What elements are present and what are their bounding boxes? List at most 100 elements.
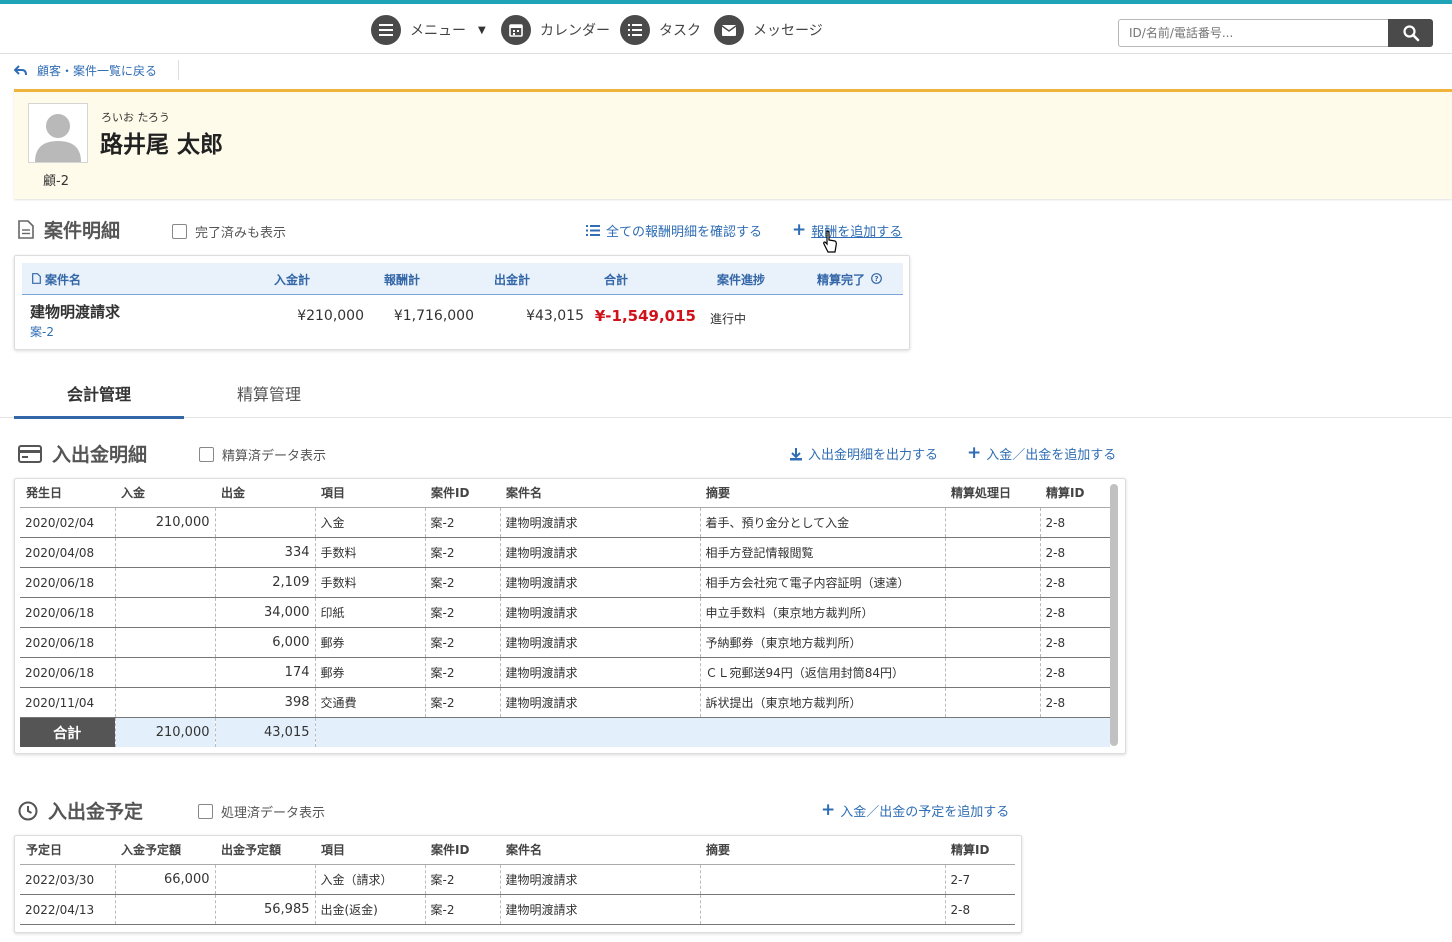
table-cell: 2-8	[1040, 597, 1110, 628]
hamburger-icon	[371, 15, 401, 45]
schedule-col-case-id[interactable]: 案件ID	[425, 835, 500, 865]
table-cell	[115, 687, 216, 718]
table-cell: 案-2	[425, 657, 501, 688]
nav-message[interactable]: メッセージ	[714, 14, 823, 46]
back-to-list-link[interactable]: 顧客・案件一覧に戻る	[14, 62, 157, 79]
nav-task[interactable]: タスク	[620, 14, 701, 46]
table-cell: 案-2	[425, 597, 501, 628]
calendar-icon	[501, 15, 531, 45]
table-cell: 2020/04/08	[20, 537, 116, 568]
tab-accounting[interactable]: 会計管理	[14, 376, 184, 419]
table-cell	[945, 687, 1041, 718]
table-cell	[215, 864, 316, 895]
customer-name: 路井尾 太郎	[100, 132, 224, 158]
table-cell	[115, 597, 216, 628]
view-all-fees-link[interactable]: 全ての報酬明細を確認する	[586, 221, 762, 240]
ledger-col-case-name[interactable]: 案件名	[500, 478, 700, 508]
table-row[interactable]: 2020/04/08 334 手数料 案-2 建物明渡請求 相手方登記情報閲覧 2-8	[20, 537, 1110, 568]
table-cell: 建物明渡請求	[500, 507, 701, 538]
schedule-col-case-name[interactable]: 案件名	[500, 835, 700, 865]
ledger-col-item[interactable]: 項目	[315, 478, 425, 508]
case-col-settled: 精算完了 ?	[817, 271, 883, 288]
ledger-col-summary[interactable]: 摘要	[700, 478, 945, 508]
ledger-section-title: 入出金明細	[18, 440, 147, 467]
schedule-col-deposit[interactable]: 入金予定額	[115, 835, 215, 865]
schedule-col-date[interactable]: 予定日	[20, 835, 115, 865]
table-row[interactable]: 2022/03/30 66,000 入金（請求） 案-2 建物明渡請求 2-7	[20, 864, 1015, 895]
ledger-scrollbar[interactable]	[1110, 484, 1118, 746]
table-row[interactable]: 2020/06/18 6,000 郵券 案-2 建物明渡請求 予納郵券（東京地方裁判所） 2…	[20, 627, 1110, 658]
add-schedule-link[interactable]: + 入金／出金の予定を追加する	[821, 801, 1009, 821]
table-row[interactable]: 2020/02/04 210,000 入金 案-2 建物明渡請求 着手、預り金分として入金…	[20, 507, 1110, 538]
envelope-icon	[714, 15, 744, 45]
table-cell: 建物明渡請求	[500, 894, 701, 925]
customer-name-ruby: ろいお たろう	[101, 111, 170, 124]
schedule-col-withdrawal[interactable]: 出金予定額	[215, 835, 315, 865]
add-transaction-link[interactable]: + 入金／出金を追加する	[967, 444, 1116, 464]
table-row[interactable]: 2020/06/18 2,109 手数料 案-2 建物明渡請求 相手方会社宛て電子内容証明…	[20, 567, 1110, 598]
add-fee-link[interactable]: + 報酬を追加する	[792, 221, 902, 241]
checkbox-box[interactable]	[199, 447, 214, 462]
credit-card-icon	[18, 444, 42, 463]
show-completed-checkbox[interactable]: 完了済みも表示	[172, 222, 286, 241]
table-cell: 案-2	[425, 537, 501, 568]
schedule-col-summary[interactable]: 摘要	[700, 835, 945, 865]
export-ledger-link[interactable]: 入出金明細を出力する	[789, 444, 938, 463]
table-cell: 6,000	[215, 627, 316, 658]
tab-settlement[interactable]: 精算管理	[184, 376, 354, 416]
table-cell: 相手方登記情報閲覧	[700, 537, 946, 568]
table-cell: 相手方会社宛て電子内容証明（速達）	[700, 567, 946, 598]
case-col-deposit: 入金計	[274, 273, 311, 287]
export-ledger-label: 入出金明細を出力する	[808, 448, 939, 463]
search-button[interactable]	[1388, 19, 1433, 47]
search-input[interactable]	[1118, 19, 1388, 47]
table-cell: 交通費	[315, 687, 426, 718]
table-cell: 66,000	[115, 864, 216, 895]
table-cell: 56,985	[215, 894, 316, 925]
show-processed-checkbox[interactable]: 処理済データ表示	[198, 802, 325, 821]
case-name[interactable]: 建物明渡請求	[30, 301, 120, 322]
view-all-fees-label: 全ての報酬明細を確認する	[606, 225, 763, 240]
table-cell	[945, 567, 1041, 598]
case-fee-total: ¥1,716,000	[393, 308, 474, 324]
ledger-col-withdrawal[interactable]: 出金	[215, 478, 315, 508]
schedule-col-item[interactable]: 項目	[315, 835, 425, 865]
table-row[interactable]: 2022/04/13 56,985 出金(返金) 案-2 建物明渡請求 2-8	[20, 894, 1015, 925]
list-icon	[586, 225, 600, 236]
table-cell: 案-2	[425, 507, 501, 538]
checkbox-box[interactable]	[172, 224, 187, 239]
ledger-col-settle-id[interactable]: 精算ID	[1040, 478, 1110, 508]
customer-id: 顧-2	[43, 174, 69, 189]
table-cell: 手数料	[315, 537, 426, 568]
show-settled-checkbox[interactable]: 精算済データ表示	[199, 445, 326, 464]
help-circle-icon[interactable]: ?	[871, 273, 883, 284]
document-icon	[32, 273, 41, 284]
case-col-fee: 報酬計	[384, 273, 421, 287]
schedule-section-title: 入出金予定	[18, 797, 143, 824]
table-cell: 入金（請求）	[315, 864, 426, 895]
checkbox-box[interactable]	[198, 804, 213, 819]
table-row[interactable]: 2020/11/04 398 交通費 案-2 建物明渡請求 訴状提出（東京地方裁判所） 2-…	[20, 687, 1110, 718]
ledger-col-case-id[interactable]: 案件ID	[425, 478, 500, 508]
table-row[interactable]: 2020/06/18 34,000 印紙 案-2 建物明渡請求 申立手数料（東京地方裁判所…	[20, 597, 1110, 628]
table-cell: 334	[215, 537, 316, 568]
top-navbar: メニュー ▼ カレンダー タスク メッセージ	[0, 0, 1452, 54]
table-cell: 34,000	[215, 597, 316, 628]
divider	[178, 60, 179, 80]
table-cell: 案-2	[425, 627, 501, 658]
ledger-col-deposit[interactable]: 入金	[115, 478, 215, 508]
table-cell: 建物明渡請求	[500, 597, 701, 628]
show-completed-label: 完了済みも表示	[195, 226, 287, 241]
nav-menu[interactable]: メニュー ▼	[371, 14, 486, 46]
download-icon	[790, 447, 802, 460]
case-summary-card: 案件名 入金計 報酬計 出金計 合計 案件進捗 精算完了 ? 建物明渡請求 案-…	[14, 255, 910, 350]
table-row[interactable]: 2020/06/18 174 郵券 案-2 建物明渡請求 ＣＬ宛郵送94円（返信用封筒84…	[20, 657, 1110, 688]
case-id-link[interactable]: 案-2	[30, 323, 54, 340]
back-arrow-icon	[14, 64, 27, 75]
ledger-col-date[interactable]: 発生日	[20, 478, 115, 508]
schedule-col-settle-id[interactable]: 精算ID	[945, 835, 1015, 865]
ledger-header-row: 発生日 入金 出金 項目 案件ID 案件名 摘要 精算処理日 精算ID	[20, 478, 1110, 508]
table-cell: 2-8	[1040, 507, 1110, 538]
ledger-col-settle-date[interactable]: 精算処理日	[945, 478, 1040, 508]
nav-calendar[interactable]: カレンダー	[501, 14, 610, 46]
